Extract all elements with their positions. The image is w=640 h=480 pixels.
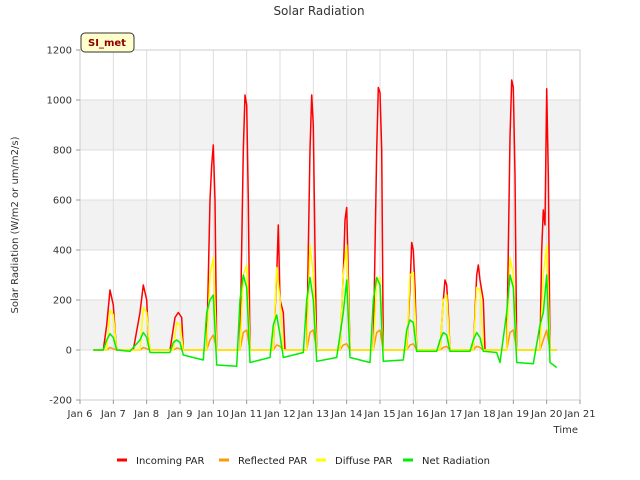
x-tick-label: Jan 18 [463, 409, 495, 420]
y-tick-label: 200 [53, 296, 72, 307]
station-badge: SI_met [80, 32, 135, 53]
x-tick-label: Jan 6 [67, 409, 93, 420]
plot-band [80, 100, 580, 150]
legend-label: Incoming PAR [136, 456, 205, 467]
plot-band [80, 50, 580, 100]
legend-label: Reflected PAR [238, 456, 307, 467]
y-tick-label: -200 [49, 396, 72, 407]
plot-band [80, 250, 580, 300]
y-axis-label: Solar Radiation (W/m2 or um/m2/s) [10, 136, 21, 313]
x-tick-label: Jan 20 [530, 409, 562, 420]
y-tick-label: 400 [53, 246, 72, 257]
x-tick-label: Jan 14 [330, 409, 362, 420]
x-axis-ticks: Jan 6 Jan 7 Jan 8 Jan 9 Jan 10 Jan 11 Jan 12 Ja… [67, 400, 596, 420]
x-tick-label: Jan 8 [133, 409, 159, 420]
x-tick-label: Jan 21 [563, 409, 595, 420]
chart-title: Solar Radiation [273, 4, 364, 18]
y-tick-label: 1000 [47, 96, 72, 107]
y-tick-label: 1200 [47, 46, 72, 57]
x-tick-label: Jan 16 [397, 409, 429, 420]
y-axis-ticks: -200 0 200 400 600 800 1000 1200 [47, 46, 80, 407]
x-tick-label: Jan 11 [230, 409, 262, 420]
x-tick-label: Jan 19 [497, 409, 529, 420]
x-tick-label: Jan 10 [197, 409, 229, 420]
y-tick-label: 600 [53, 196, 72, 207]
y-tick-label: 0 [66, 346, 72, 357]
x-tick-label: Jan 7 [100, 409, 126, 420]
station-badge-label: SI_met [88, 38, 126, 49]
legend-label: Diffuse PAR [335, 456, 392, 467]
x-tick-label: Jan 15 [363, 409, 395, 420]
y-tick-label: 800 [53, 146, 72, 157]
plot-band [80, 150, 580, 200]
solar-radiation-chart: Solar Radiation -200 0 200 400 600 800 1000 120… [10, 4, 596, 467]
x-tick-label: Jan 17 [430, 409, 462, 420]
legend: Incoming PAR Reflected PAR Diffuse PAR Net … [117, 456, 490, 467]
x-tick-label: Jan 9 [167, 409, 193, 420]
x-tick-label: Jan 13 [297, 409, 329, 420]
x-tick-label: Jan 12 [263, 409, 295, 420]
x-axis-label: Time [553, 425, 578, 436]
plot-background [80, 50, 580, 400]
plot-band [80, 350, 580, 400]
plot-band [80, 200, 580, 250]
legend-label: Net Radiation [422, 456, 490, 467]
